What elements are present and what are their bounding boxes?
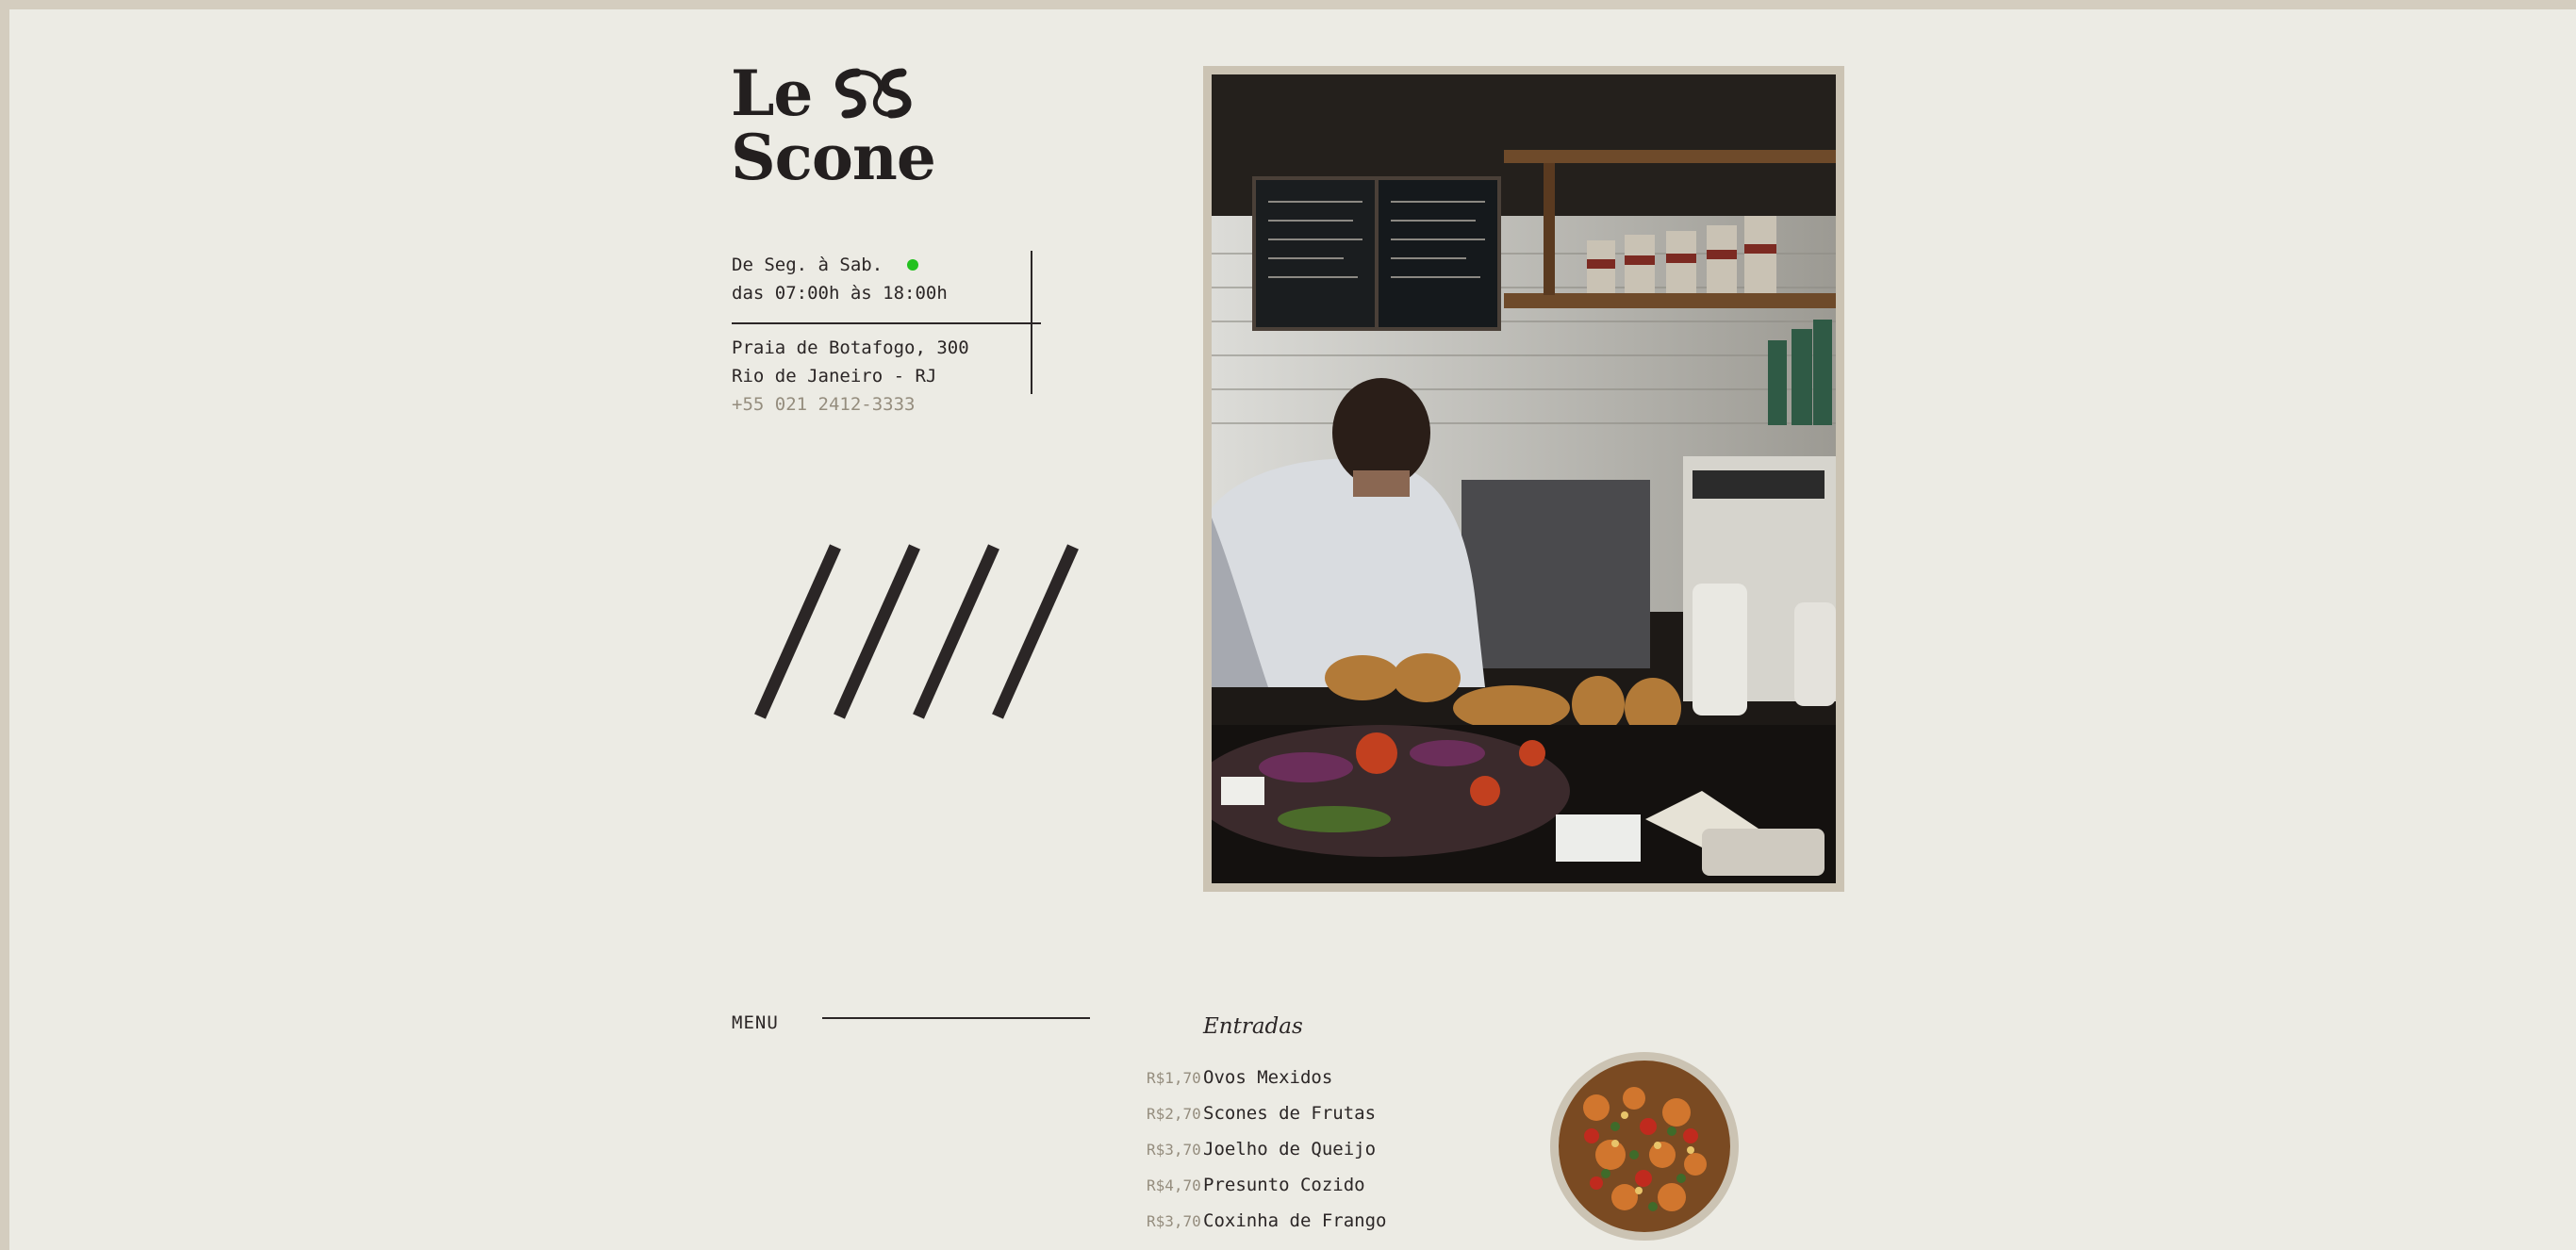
menu-item-name: Scones de Frutas <box>1203 1103 1377 1124</box>
info-divider <box>1031 251 1032 394</box>
page-frame: Le Scone De Seg. à Sab. das 07:00h às 18… <box>9 9 2576 1250</box>
menu-item-price: R$4,70 <box>1147 1176 1201 1194</box>
menu-item-name: Ovos Mexidos <box>1203 1067 1333 1088</box>
menu-item-name: Joelho de Queijo <box>1203 1139 1377 1160</box>
menu-item[interactable]: R$1,70 Ovos Mexidos <box>1147 1067 1386 1103</box>
menu-items-list: R$1,70 Ovos Mexidos R$2,70 Scones de Fru… <box>1147 1067 1386 1246</box>
brand-line2: Scone <box>731 121 936 194</box>
opening-days: De Seg. à Sab. <box>732 255 883 275</box>
opening-time: das 07:00h às 18:00h <box>732 283 948 304</box>
address-street: Praia de Botafogo, 300 <box>732 337 969 358</box>
menu-item-price: R$1,70 <box>1147 1069 1201 1087</box>
open-status-indicator <box>907 259 919 271</box>
menu-item[interactable]: R$4,70 Presunto Cozido <box>1147 1175 1386 1210</box>
menu-item[interactable]: R$3,70 Coxinha de Frango <box>1147 1210 1386 1246</box>
opening-hours: De Seg. à Sab. das 07:00h às 18:00h <box>732 251 1041 324</box>
brand-line1: Le <box>731 57 813 130</box>
info-block: De Seg. à Sab. das 07:00h às 18:00h Prai… <box>732 251 1043 419</box>
menu-divider <box>822 1017 1090 1019</box>
address: Praia de Botafogo, 300 Rio de Janeiro - … <box>732 324 1043 419</box>
menu-item[interactable]: R$3,70 Joelho de Queijo <box>1147 1139 1386 1175</box>
cafe-photo <box>1203 66 1844 892</box>
menu-item-name: Presunto Cozido <box>1203 1175 1365 1195</box>
address-city: Rio de Janeiro - RJ <box>732 366 937 387</box>
section-title-entradas: Entradas <box>1203 1014 1303 1039</box>
menu-item-price: R$3,70 <box>1147 1212 1201 1230</box>
phone-link[interactable]: +55 021 2412-3333 <box>732 390 1043 419</box>
dish-photo <box>1550 1052 1739 1241</box>
menu-item-price: R$3,70 <box>1147 1141 1201 1159</box>
ss-monogram-icon <box>829 65 923 122</box>
menu-label: MENU <box>732 1012 779 1033</box>
four-slashes-icon <box>751 542 1090 725</box>
menu-item[interactable]: R$2,70 Scones de Frutas <box>1147 1103 1386 1139</box>
brand-logo[interactable]: Le Scone <box>731 57 936 194</box>
menu-item-name: Coxinha de Frango <box>1203 1210 1387 1231</box>
menu-item-price: R$2,70 <box>1147 1105 1201 1123</box>
